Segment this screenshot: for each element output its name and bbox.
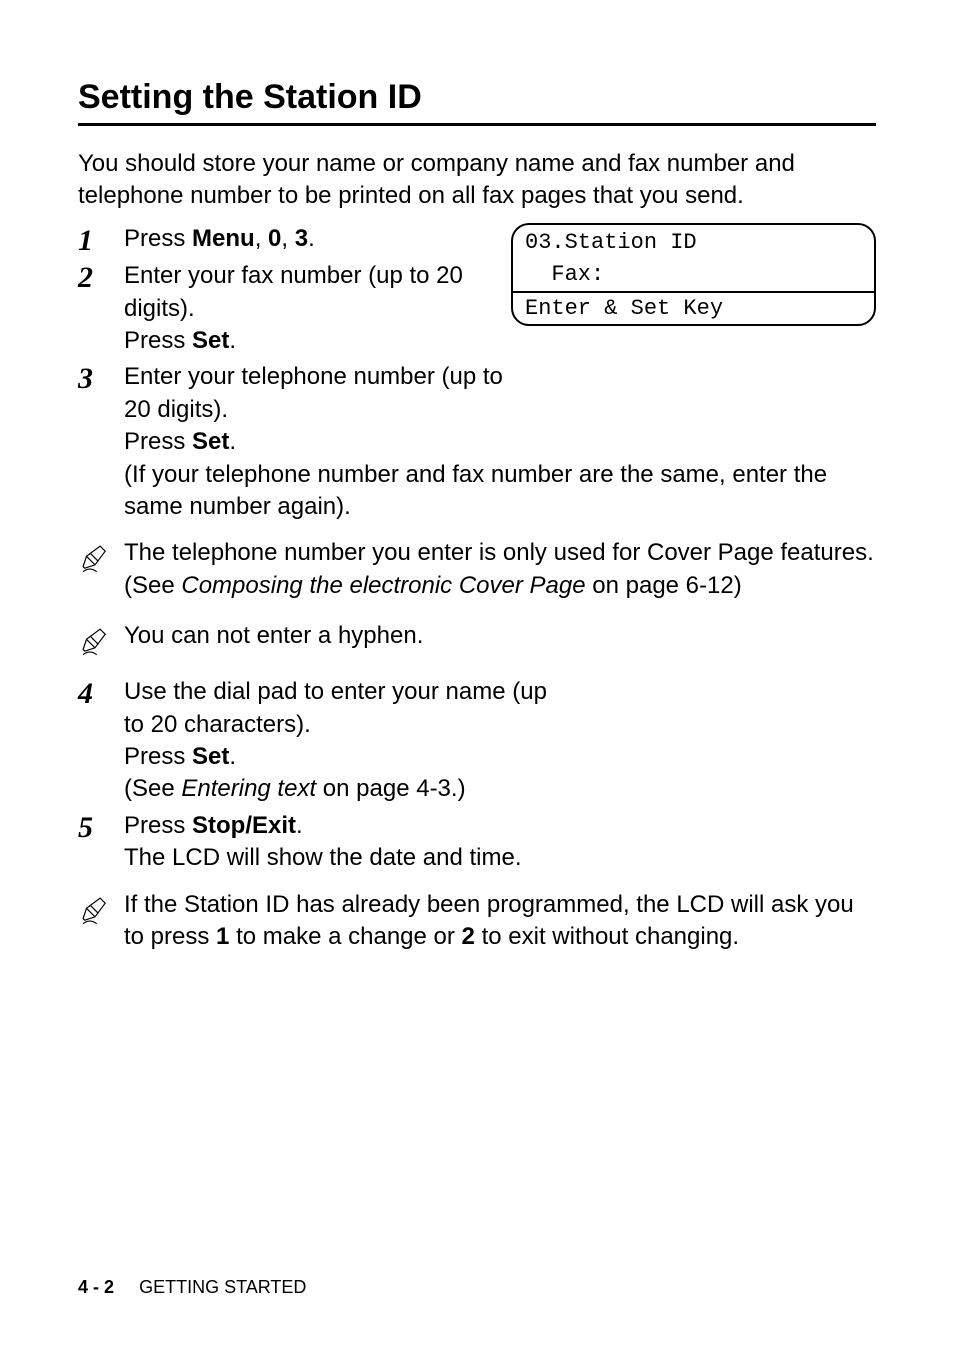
step-5: 5 Press Stop/Exit. The LCD will show the… xyxy=(78,810,876,875)
text: . xyxy=(229,428,236,455)
key-0: 0 xyxy=(268,225,281,252)
text: on page 4-3.) xyxy=(316,775,465,802)
text: . xyxy=(308,225,315,252)
text: Press xyxy=(124,428,192,455)
step-body: Enter your telephone number (up to 20 di… xyxy=(124,361,876,523)
key-set: Set xyxy=(192,428,229,455)
intro-text: You should store your name or company na… xyxy=(78,148,876,213)
text: to exit without changing. xyxy=(475,923,739,950)
note-1: The telephone number you enter is only u… xyxy=(78,537,876,602)
note-icon xyxy=(78,620,124,658)
note-2: You can not enter a hyphen. xyxy=(78,620,876,658)
note-3: If the Station ID has already been progr… xyxy=(78,889,876,954)
step-body: Use the dial pad to enter your name (up … xyxy=(124,676,876,806)
text: Press xyxy=(124,327,192,354)
lcd-line-4: Enter & Set Key xyxy=(513,293,874,325)
step-number: 4 xyxy=(78,676,124,710)
step-number: 5 xyxy=(78,810,124,844)
pencil-note-icon xyxy=(78,624,112,658)
step-4: 4 Use the dial pad to enter your name (u… xyxy=(78,676,876,806)
lcd-display: 03.Station ID Fax: Enter & Set Key xyxy=(511,223,876,327)
text: on page 6-12) xyxy=(586,572,742,599)
text: Press xyxy=(124,812,192,839)
step-number: 1 xyxy=(78,223,124,257)
text: . xyxy=(229,327,236,354)
text: to make a change or xyxy=(229,923,461,950)
text: Press xyxy=(124,225,192,252)
text: . xyxy=(296,812,303,839)
key-3: 3 xyxy=(295,225,308,252)
page-title: Setting the Station ID xyxy=(78,78,876,126)
text: . xyxy=(229,743,236,770)
text: , xyxy=(281,225,294,252)
lcd-line-1: 03.Station ID xyxy=(513,227,874,259)
step-body: Enter your fax number (up to 20 digits).… xyxy=(124,260,514,357)
text: You can not enter a hyphen. xyxy=(124,622,423,649)
key-1: 1 xyxy=(216,923,229,950)
xref-entering-text: Entering text xyxy=(181,775,316,802)
page-number: 4 - 2 xyxy=(78,1277,114,1297)
note-icon xyxy=(78,889,124,927)
step-3: 3 Enter your telephone number (up to 20 … xyxy=(78,361,876,523)
key-stop-exit: Stop/Exit xyxy=(192,812,296,839)
note-body: You can not enter a hyphen. xyxy=(124,620,876,652)
xref-cover-page: Composing the electronic Cover Page xyxy=(181,572,585,599)
text: Enter your telephone number (up to 20 di… xyxy=(124,361,514,426)
note-icon xyxy=(78,537,124,575)
page-footer: 4 - 2 GETTING STARTED xyxy=(78,1277,306,1298)
text: (See xyxy=(124,775,181,802)
step-number: 3 xyxy=(78,361,124,395)
note-body: The telephone number you enter is only u… xyxy=(124,537,876,602)
pencil-note-icon xyxy=(78,541,112,575)
note-body: If the Station ID has already been progr… xyxy=(124,889,876,954)
text: The LCD will show the date and time. xyxy=(124,842,876,874)
key-set: Set xyxy=(192,743,229,770)
key-2: 2 xyxy=(462,923,475,950)
text: , xyxy=(255,225,268,252)
pencil-note-icon xyxy=(78,893,112,927)
section-name: GETTING STARTED xyxy=(139,1277,306,1297)
step-number: 2 xyxy=(78,260,124,294)
step-body: Press Menu, 0, 3. xyxy=(124,223,514,255)
step-body: Press Stop/Exit. The LCD will show the d… xyxy=(124,810,876,875)
lcd-line-3: Fax: xyxy=(513,259,874,291)
key-menu: Menu xyxy=(192,225,255,252)
text: Enter your fax number (up to 20 digits). xyxy=(124,260,514,325)
text: Use the dial pad to enter your name (up … xyxy=(124,676,564,741)
key-set: Set xyxy=(192,327,229,354)
text: Press xyxy=(124,743,192,770)
text: (If your telephone number and fax number… xyxy=(124,459,876,524)
